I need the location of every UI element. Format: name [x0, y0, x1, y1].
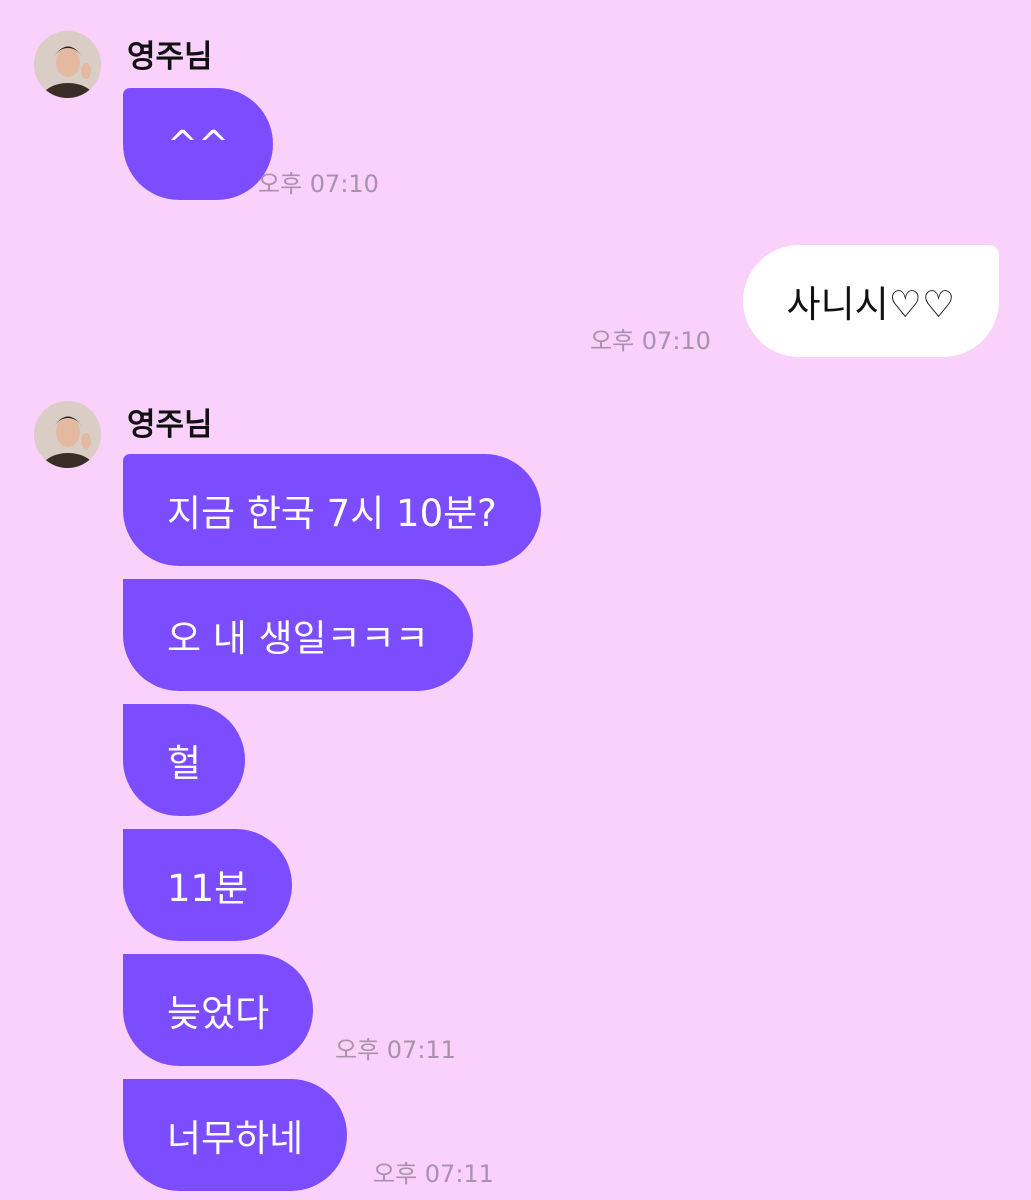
message-bubble[interactable]: 지금 한국 7시 10분? — [123, 454, 541, 566]
message-bubble[interactable]: 11분 — [123, 829, 293, 941]
sender-avatar[interactable] — [34, 401, 101, 468]
message-bubble[interactable]: 늦었다 — [123, 954, 314, 1066]
message-bubble[interactable]: ^^ — [123, 88, 274, 200]
message-bubble[interactable]: 오 내 생일ㅋㅋㅋ — [123, 579, 473, 691]
message-timestamp: 오후 07:11 — [373, 1160, 494, 1188]
message-text: 너무하네 — [167, 1117, 304, 1160]
avatar-photo — [34, 401, 101, 468]
message-timestamp: 오후 07:11 — [335, 1036, 456, 1064]
sender-name: 영주님 — [127, 39, 213, 75]
message-timestamp: 오후 07:10 — [258, 170, 379, 198]
message-text: 늦었다 — [167, 992, 270, 1035]
message-bubble[interactable]: 헐 — [123, 704, 246, 816]
message-text: ^^ — [167, 122, 230, 166]
message-timestamp: 오후 07:10 — [590, 327, 711, 355]
sender-avatar[interactable] — [34, 31, 101, 98]
avatar-photo — [34, 31, 101, 98]
message-bubble[interactable]: 너무하네 — [123, 1079, 348, 1191]
message-text: 헐 — [167, 742, 202, 785]
message-bubble-outgoing[interactable]: 사니시♡♡ — [742, 245, 999, 357]
message-text: 11분 — [167, 867, 249, 910]
message-text: 오 내 생일ㅋㅋㅋ — [167, 617, 429, 660]
sender-name: 영주님 — [127, 407, 213, 443]
message-text: 지금 한국 7시 10분? — [167, 492, 497, 535]
message-text: 사니시♡♡ — [786, 283, 955, 326]
